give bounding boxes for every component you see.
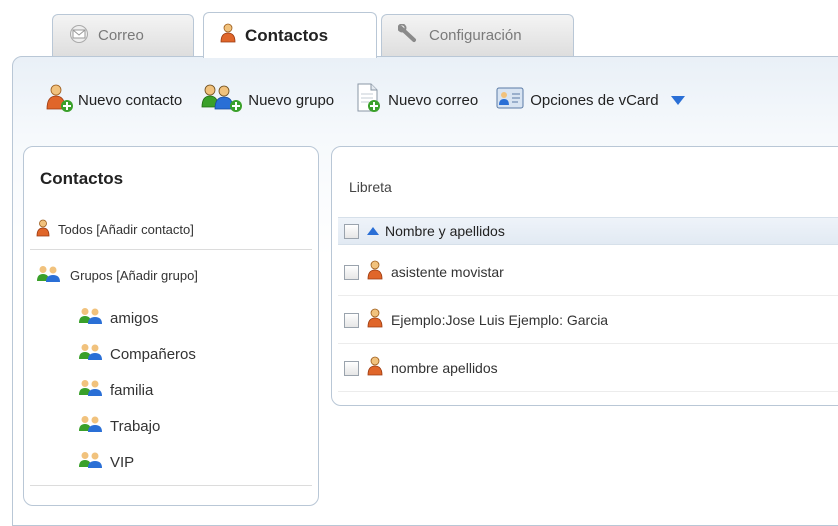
person-icon: [36, 219, 50, 240]
tab-contactos[interactable]: Contactos: [203, 12, 377, 58]
divider: [30, 485, 312, 486]
new-group-label: Nuevo grupo: [248, 91, 335, 109]
toolbar: Nuevo contacto Nuevo grupo Nuevo correo …: [44, 82, 703, 118]
vcard-icon: [496, 85, 526, 115]
person-icon: [367, 356, 383, 381]
new-group-button[interactable]: Nuevo grupo: [200, 83, 334, 117]
new-contact-label: Nuevo contacto: [78, 91, 183, 109]
address-book-title: Libreta: [349, 179, 392, 195]
add-group-icon: [200, 83, 244, 117]
group-label: amigos: [110, 309, 159, 327]
table-row[interactable]: Ejemplo:Jose Luis Ejemplo: Garcia: [338, 297, 838, 344]
tab-bar: Correo Contactos Configuración: [0, 0, 838, 60]
address-book-panel: Libreta Nombre y apellidos asistente mov…: [331, 146, 838, 406]
table-row[interactable]: nombre apellidos: [338, 345, 838, 392]
wrench-icon: [397, 23, 420, 48]
column-header-name[interactable]: Nombre y apellidos: [385, 223, 505, 239]
group-item-amigos[interactable]: amigos: [78, 307, 158, 329]
new-contact-button[interactable]: Nuevo contacto: [44, 83, 182, 117]
add-contact-icon: [44, 83, 74, 117]
group-label: familia: [110, 381, 154, 399]
row-checkbox[interactable]: [344, 360, 359, 376]
group-label: Compañeros: [110, 345, 196, 363]
sort-ascending-icon[interactable]: [367, 227, 379, 235]
divider: [30, 249, 312, 250]
select-all-checkbox[interactable]: [344, 223, 359, 239]
vcard-options-label: Opciones de vCard: [530, 91, 659, 109]
sidebar-title: Contactos: [40, 169, 124, 188]
group-label: Trabajo: [110, 417, 161, 435]
tab-configuracion[interactable]: Configuración: [381, 14, 574, 56]
contact-name[interactable]: asistente movistar: [391, 264, 504, 280]
group-icon: [78, 307, 104, 329]
person-icon: [220, 23, 236, 48]
all-contacts-label: Todos [Añadir contacto]: [58, 222, 194, 237]
group-label: VIP: [110, 453, 135, 471]
envelope-icon: [69, 24, 89, 47]
table-header: Nombre y apellidos: [338, 217, 838, 245]
group-icon: [36, 265, 62, 286]
group-icon: [78, 343, 104, 365]
contacts-sidebar: Contactos Todos [Añadir contacto] Grupos…: [23, 146, 319, 506]
person-icon: [367, 260, 383, 285]
row-checkbox[interactable]: [344, 312, 359, 328]
group-item-trabajo[interactable]: Trabajo: [78, 415, 160, 437]
groups-label: Grupos [Añadir grupo]: [70, 268, 198, 283]
table-row[interactable]: asistente movistar: [338, 249, 838, 296]
new-mail-button[interactable]: Nuevo correo: [352, 82, 478, 118]
tab-label: Contactos: [245, 25, 329, 45]
new-mail-label: Nuevo correo: [388, 91, 479, 109]
group-item-familia[interactable]: familia: [78, 379, 153, 401]
group-item-companeros[interactable]: Compañeros: [78, 343, 196, 365]
group-icon: [78, 415, 104, 437]
all-contacts-item[interactable]: Todos [Añadir contacto]: [36, 219, 194, 240]
person-icon: [367, 308, 383, 333]
new-document-icon: [352, 82, 384, 118]
row-checkbox[interactable]: [344, 264, 359, 280]
group-icon: [78, 451, 104, 473]
tab-correo[interactable]: Correo: [52, 14, 194, 56]
contact-name[interactable]: nombre apellidos: [391, 360, 498, 376]
vcard-options-button[interactable]: Opciones de vCard: [496, 85, 685, 115]
dropdown-arrow-icon: [670, 95, 685, 105]
group-icon: [78, 379, 104, 401]
tab-label: Configuración: [429, 27, 522, 44]
group-item-vip[interactable]: VIP: [78, 451, 134, 473]
contact-name[interactable]: Ejemplo:Jose Luis Ejemplo: Garcia: [391, 312, 608, 328]
groups-header-item[interactable]: Grupos [Añadir grupo]: [36, 265, 198, 286]
tab-label: Correo: [98, 27, 144, 44]
